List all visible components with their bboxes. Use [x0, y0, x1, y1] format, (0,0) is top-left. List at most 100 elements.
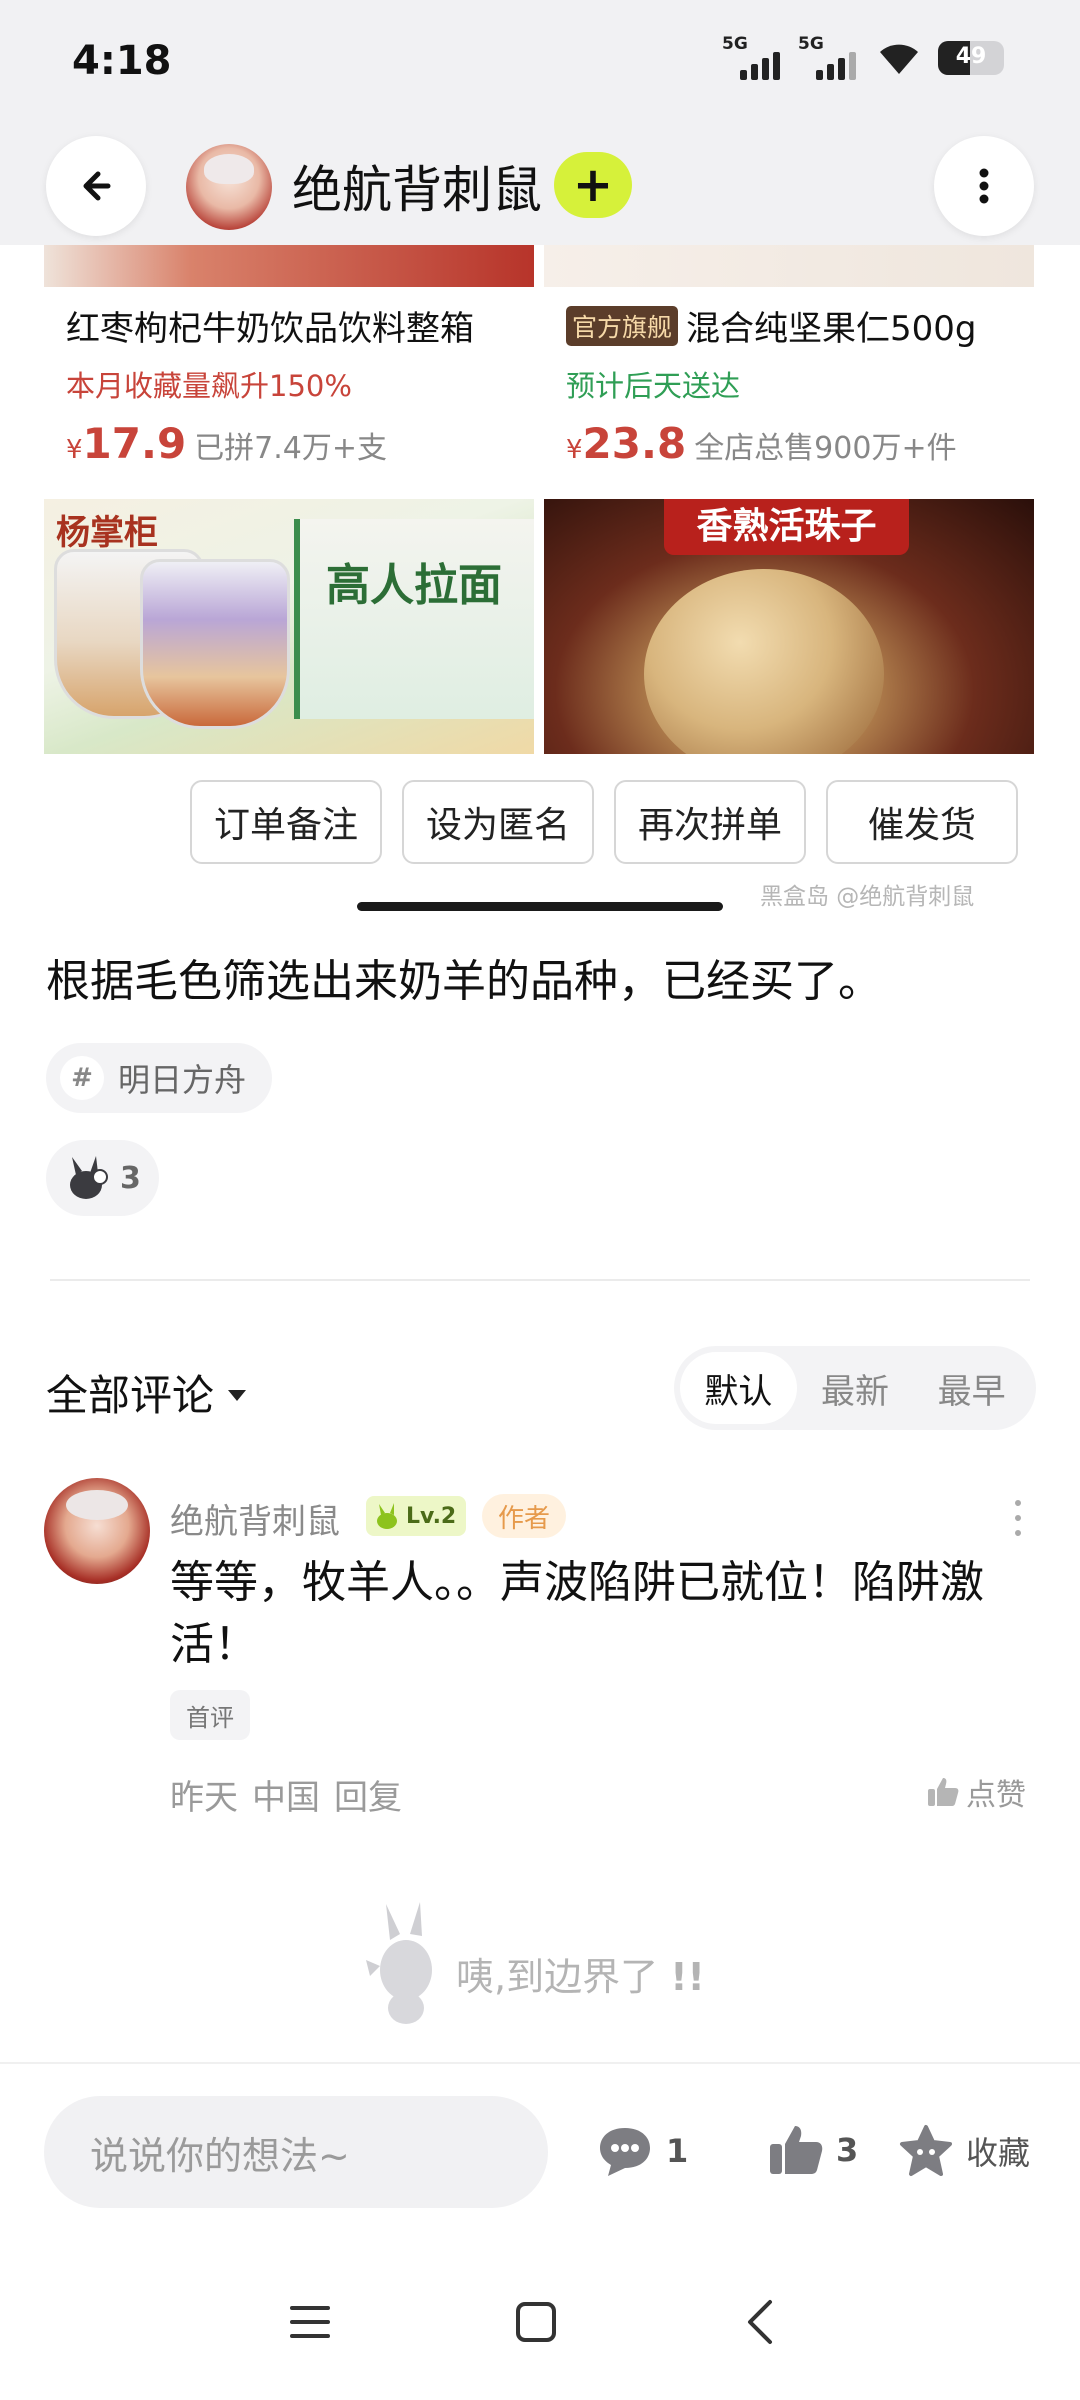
product-card: 官方旗舰 混合纯坚果仁500g 预计后天送达 ¥23.8 全店总售900万+件 — [544, 245, 1034, 490]
topic-label: 明日方舟 — [118, 1061, 247, 1099]
sort-tab-newest[interactable]: 最新 — [797, 1352, 914, 1424]
first-comment-tag: 首评 — [170, 1690, 250, 1740]
comment-input[interactable]: 说说你的想法~ — [44, 2096, 548, 2208]
author-avatar[interactable] — [186, 144, 272, 230]
hash-icon: # — [60, 1056, 104, 1100]
network-type-1: 5G — [722, 34, 748, 54]
comment-location: 中国 — [252, 1778, 320, 1818]
system-back-button[interactable] — [720, 2282, 800, 2362]
end-text-label: 咦,到边界了 — [456, 1955, 659, 1999]
recent-apps-button[interactable] — [270, 2282, 350, 2362]
reorder-button[interactable]: 再次拼单 — [614, 780, 806, 864]
plus-icon: + — [572, 157, 614, 213]
favorite-label: 收藏 — [966, 2134, 1031, 2172]
level-rabbit-icon — [377, 1503, 397, 1529]
image-scroll-indicator — [357, 902, 723, 911]
set-anonymous-button[interactable]: 设为匿名 — [402, 780, 594, 864]
price-value: 17.9 — [82, 419, 187, 468]
comment-text: 等等，牧羊人。。声波陷阱已就位！陷阱激活！ — [170, 1557, 984, 1670]
back-button[interactable] — [46, 136, 146, 236]
product-subtitle: 本月收藏量飙升150% — [66, 369, 352, 403]
currency-symbol: ¥ — [66, 435, 83, 465]
more-options-button[interactable] — [934, 136, 1034, 236]
noodle-box: 高人拉面 — [294, 519, 534, 719]
follow-button[interactable]: + — [554, 152, 632, 218]
end-of-list-text: 咦,到边界了 !! — [456, 1955, 705, 1999]
home-button[interactable] — [496, 2282, 576, 2362]
noodle-cup — [140, 559, 290, 729]
comment-author[interactable]: 绝航背刺鼠 — [170, 1494, 340, 1543]
egg-shape — [644, 569, 884, 754]
home-square-icon — [516, 2302, 556, 2342]
mascot-icon — [366, 1902, 432, 2024]
product-title: 红枣枸杞牛奶饮品饮料整箱 — [66, 309, 474, 349]
comment-avatar[interactable] — [44, 1478, 150, 1584]
sort-tabs: 默认 最新 最早 — [674, 1346, 1036, 1430]
caret-down-icon — [228, 1390, 247, 1401]
topic-tag[interactable]: # 明日方舟 — [46, 1043, 273, 1113]
thumb-up-icon — [770, 2126, 823, 2174]
product-image-strip — [544, 245, 1034, 287]
comments-title: 全部评论 — [46, 1371, 215, 1420]
divider — [50, 1279, 1030, 1281]
price-value: 23.8 — [582, 419, 687, 468]
product-subtitle: 预计后天送达 — [566, 369, 741, 403]
comment-count-button[interactable]: 1 — [596, 2124, 688, 2178]
order-actions: 订单备注 设为匿名 再次拼单 催发货 — [190, 780, 1018, 864]
end-of-list: 咦,到边界了 !! — [360, 1900, 730, 2030]
network-type-2: 5G — [798, 34, 824, 54]
product-title: 官方旗舰 混合纯坚果仁500g — [566, 301, 977, 350]
top-app-bar: 绝航背刺鼠 + — [0, 120, 1080, 245]
bottom-action-bar: 说说你的想法~ 1 3 收藏 — [0, 2062, 1080, 2242]
wifi-icon — [880, 44, 918, 74]
reply-button[interactable]: 回复 — [334, 1778, 402, 1818]
back-arrow-icon — [83, 171, 111, 201]
like-count: 3 — [836, 2131, 859, 2169]
comments-filter[interactable]: 全部评论 — [46, 1362, 247, 1423]
comment-count: 1 — [666, 2132, 689, 2170]
reaction-count: 3 — [120, 1160, 141, 1196]
egg-product-image: 香熟活珠子 — [544, 499, 1034, 754]
signal-2-icon: 5G — [798, 34, 860, 80]
sort-tab-default[interactable]: 默认 — [680, 1352, 797, 1424]
product-card: 红枣枸杞牛奶饮品饮料整箱 本月收藏量飙升150% ¥17.9 已拼7.4万+支 — [44, 245, 534, 490]
favorite-button[interactable]: 收藏 — [898, 2124, 1030, 2178]
product-image-strip — [44, 245, 534, 287]
product-price: ¥17.9 已拼7.4万+支 — [66, 419, 387, 468]
sales-meta: 已拼7.4万+支 — [194, 431, 388, 466]
author-role-badge: 作者 — [482, 1494, 567, 1538]
rabbit-reaction-icon — [70, 1156, 108, 1199]
product-title-text: 混合纯坚果仁500g — [686, 309, 977, 349]
comment-like-button[interactable]: 点赞 — [926, 1770, 1026, 1814]
post-text: 根据毛色筛选出来奶羊的品种，已经买了。 — [46, 956, 882, 1007]
currency-symbol: ¥ — [566, 435, 583, 465]
comment-meta: 昨天 中国 回复 — [170, 1770, 416, 1819]
back-chevron-icon — [748, 2300, 772, 2344]
order-note-button[interactable]: 订单备注 — [190, 780, 382, 864]
comment-more-icon[interactable] — [1010, 1500, 1026, 1536]
like-button[interactable]: 3 — [768, 2124, 858, 2176]
thumb-up-icon — [928, 1778, 959, 1806]
level-text: Lv.2 — [406, 1503, 457, 1529]
comment-time: 昨天 — [170, 1778, 238, 1818]
sort-tab-oldest[interactable]: 最早 — [913, 1352, 1030, 1424]
brand-logo: 杨掌柜 — [56, 513, 158, 553]
battery-level: 49 — [955, 44, 987, 69]
noodle-product-image: 高人拉面 杨掌柜 — [44, 499, 534, 754]
more-vertical-icon — [979, 168, 989, 204]
battery-icon: 49 — [938, 41, 1004, 75]
status-icons: 5G 5G 49 — [722, 34, 1004, 80]
comment-bubble-icon — [600, 2128, 650, 2176]
signal-1-icon: 5G — [722, 34, 784, 80]
product-price: ¥23.8 全店总售900万+件 — [566, 419, 957, 468]
status-time: 4:18 — [72, 38, 172, 84]
menu-icon — [290, 2306, 330, 2338]
official-store-badge: 官方旗舰 — [566, 306, 679, 346]
star-face-icon — [900, 2125, 952, 2176]
level-badge: Lv.2 — [366, 1496, 467, 1536]
egg-banner: 香熟活珠子 — [664, 499, 909, 555]
urge-shipping-button[interactable]: 催发货 — [826, 780, 1018, 864]
author-name[interactable]: 绝航背刺鼠 — [292, 150, 542, 222]
sales-meta: 全店总售900万+件 — [694, 431, 957, 466]
reaction-chip[interactable]: 3 — [46, 1140, 159, 1216]
